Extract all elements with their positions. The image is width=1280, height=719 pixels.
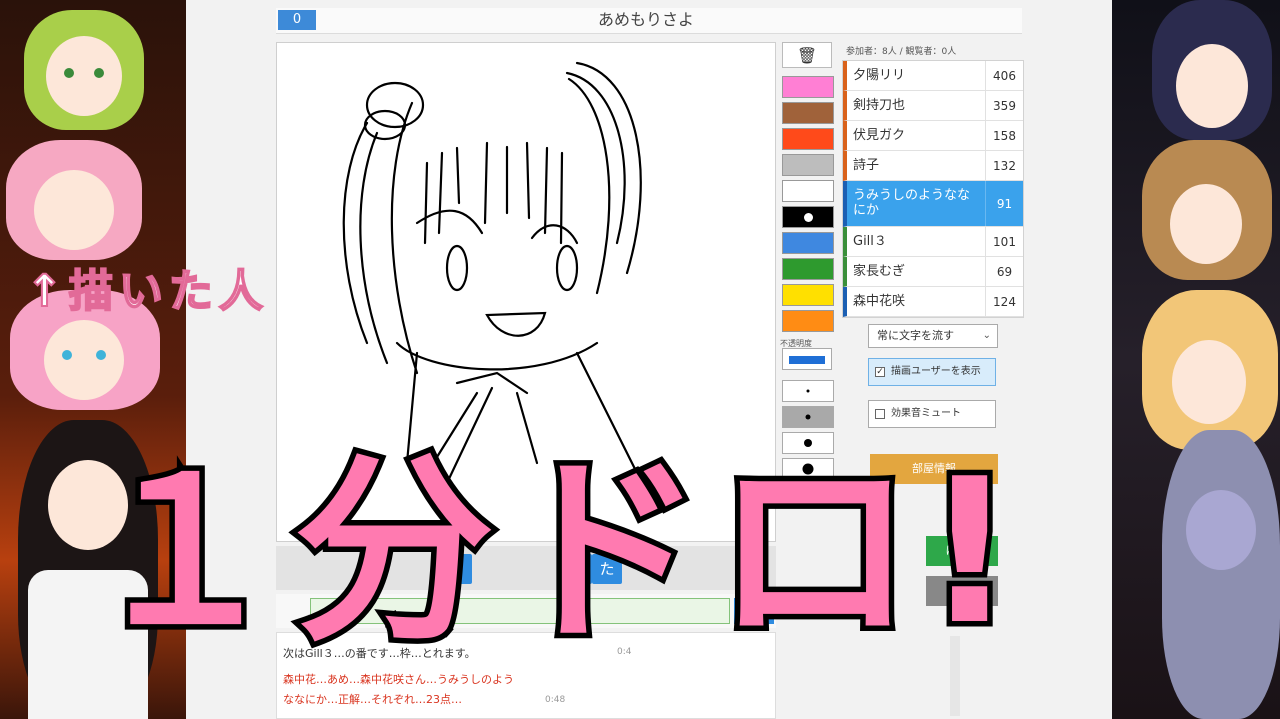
- score-badge: 0: [278, 10, 316, 30]
- participant-count: 参加者：8人 / 観覧者：0人: [846, 47, 957, 57]
- participant-row: 剣持刀也 359: [843, 91, 1023, 121]
- overlay-title: １分ドロ!: [78, 431, 1026, 675]
- avatar-blonde-hair: [1142, 290, 1278, 450]
- color-swatch-yellow[interactable]: [782, 284, 834, 306]
- show-drawer-checkbox[interactable]: ✓ 描画ユーザーを表示: [868, 358, 996, 386]
- color-swatch-white[interactable]: [782, 180, 834, 202]
- color-swatch-orange[interactable]: [782, 310, 834, 332]
- drawer-caption: ↑描いた人: [25, 265, 269, 318]
- participant-row: 森中花咲 124: [843, 287, 1023, 317]
- participant-row-active: うみうしのようななにか 91: [843, 181, 1023, 227]
- color-swatch-red[interactable]: [782, 128, 834, 150]
- color-swatch-blue[interactable]: [782, 232, 834, 254]
- text-scroll-select[interactable]: 常に文字を流す ⌄: [868, 324, 998, 348]
- avatar-navy-hair: [1152, 0, 1272, 140]
- participant-row: 夕陽リリ 406: [843, 61, 1023, 91]
- participant-row: 詩子 132: [843, 151, 1023, 181]
- participant-list: 夕陽リリ 406 剣持刀也 359 伏見ガク 158 詩子 132 うみうしのようななに…: [842, 60, 1024, 318]
- color-swatch-green[interactable]: [782, 258, 834, 280]
- participant-row: 伏見ガク 158: [843, 121, 1023, 151]
- color-swatch-black[interactable]: [782, 206, 834, 228]
- avatar-green-hair: [24, 10, 144, 130]
- avatar-pink-hair-top: [6, 140, 142, 260]
- opacity-slider[interactable]: [782, 348, 832, 370]
- checkbox-checked-icon: ✓: [875, 367, 885, 377]
- participant-row: 家長むぎ 69: [843, 257, 1023, 287]
- right-character-panel: [1112, 0, 1280, 719]
- avatar-silver-hair: [1162, 430, 1280, 719]
- color-swatch-pink[interactable]: [782, 76, 834, 98]
- avatar-brown-hair: [1142, 140, 1272, 280]
- participant-row: Gill３ 101: [843, 227, 1023, 257]
- color-swatch-gray[interactable]: [782, 154, 834, 176]
- room-title: あめもりさよ: [597, 10, 694, 29]
- color-swatch-brown[interactable]: [782, 102, 834, 124]
- chevron-down-icon: ⌄: [982, 330, 991, 341]
- trash-icon[interactable]: 🗑: [782, 42, 832, 68]
